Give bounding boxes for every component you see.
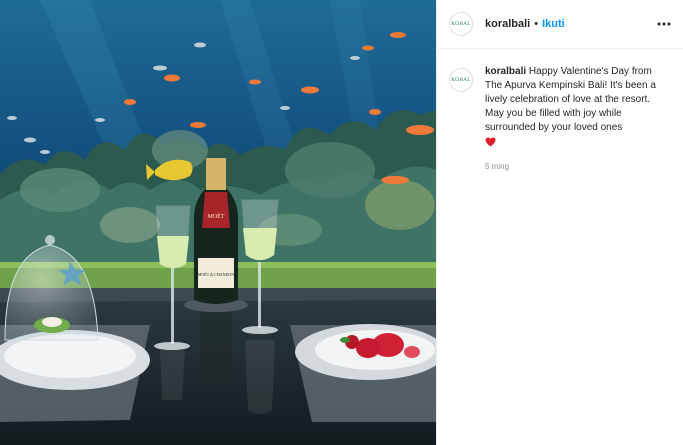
caption-author-link[interactable]: koralbali bbox=[485, 66, 526, 77]
caption-block: KORAL koralbali Happy Valentine's Day fr… bbox=[437, 49, 683, 174]
username-link[interactable]: koralbali bbox=[485, 18, 530, 30]
post-header: KORAL koralbali • Ikuti bbox=[437, 0, 683, 49]
caption-avatar[interactable]: KORAL bbox=[449, 68, 473, 92]
more-options-icon[interactable] bbox=[657, 17, 671, 31]
caption: koralbali Happy Valentine's Day from The… bbox=[485, 65, 663, 174]
caption-avatar-logo-text: KORAL bbox=[451, 77, 471, 83]
bottle-brand-label: MOËT & CHANDON bbox=[198, 272, 234, 277]
bottle-neck-label: MOËT bbox=[208, 213, 225, 220]
follow-button[interactable]: Ikuti bbox=[542, 18, 565, 30]
post-side-panel: KORAL koralbali • Ikuti KORAL koralbali … bbox=[436, 0, 683, 445]
avatar-logo-text: KORAL bbox=[451, 21, 471, 27]
separator-dot: • bbox=[534, 18, 539, 30]
red-heart-icon bbox=[485, 137, 496, 152]
post-timestamp[interactable]: 5 ming bbox=[485, 160, 663, 174]
avatar[interactable]: KORAL bbox=[449, 12, 473, 36]
post-image[interactable]: MOËT MOËT & CHANDON bbox=[0, 0, 436, 445]
